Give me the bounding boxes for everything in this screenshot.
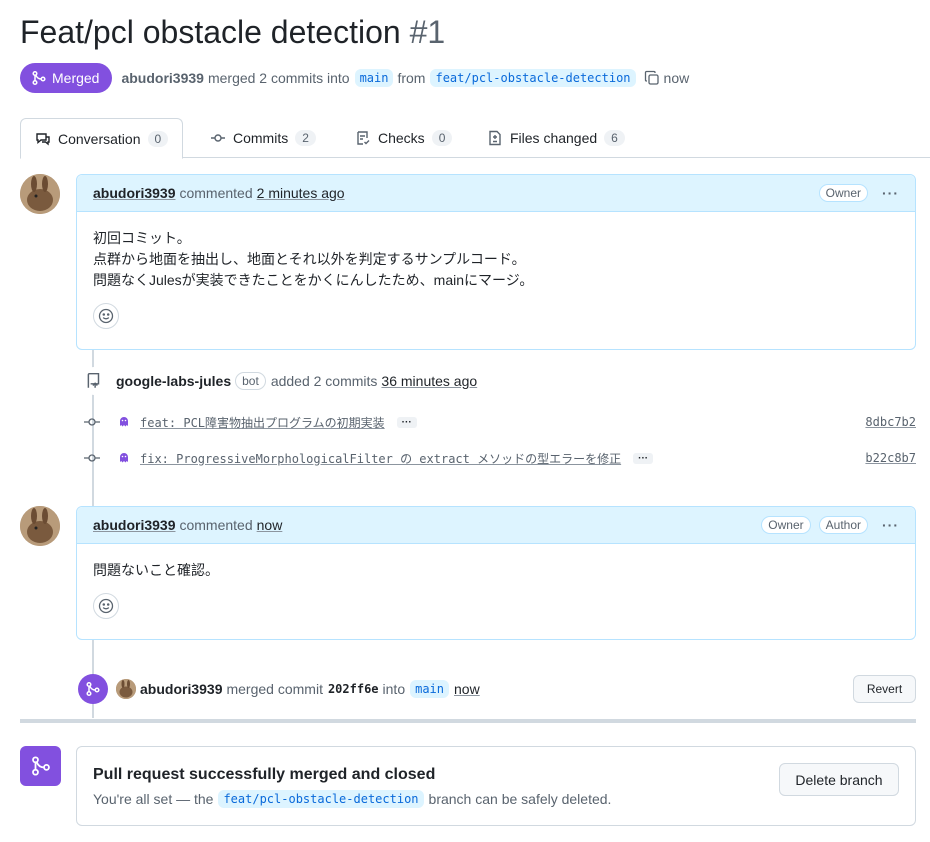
commit-row: fix: ProgressiveMorphologicalFilter の ex… (82, 448, 916, 468)
comment-body: 問題ないこと確認。 (77, 544, 915, 619)
tab-count: 2 (295, 130, 316, 146)
comment-icon (36, 132, 50, 145)
git-merge-icon (20, 746, 61, 786)
from-text: from (397, 70, 426, 86)
comment-verb: commented (179, 185, 253, 201)
merged-status-badge: Merged (20, 63, 113, 93)
comment-time[interactable]: now (257, 517, 283, 533)
merge-commit-sha[interactable]: 202ff6e (328, 682, 379, 696)
pr-title-heading: Feat/pcl obstacle detection #1 (20, 14, 445, 51)
merge-text: merged 2 commits into (207, 70, 350, 86)
avatar[interactable] (20, 506, 60, 546)
checklist-icon (357, 131, 370, 145)
tab-conversation[interactable]: Conversation 0 (20, 118, 184, 159)
comment-2: abudori3939 commented now Owner Author ·… (76, 506, 916, 640)
avatar[interactable] (20, 174, 60, 214)
copy-icon[interactable] (644, 70, 660, 86)
merge-event: abudori3939 merged commit 202ff6e into m… (78, 674, 916, 704)
comment-header: abudori3939 commented now Owner Author ·… (77, 507, 915, 544)
tab-label: Conversation (58, 130, 141, 147)
repo-push-icon (80, 367, 108, 395)
tab-label: Commits (233, 130, 289, 146)
pr-time: now (663, 70, 690, 86)
comment-time[interactable]: 2 minutes ago (257, 185, 345, 201)
commits-event: google-labs-jules bot added 2 commits 36… (80, 367, 477, 395)
bot-badge: bot (235, 372, 266, 390)
merged-heading: Pull request successfully merged and clo… (93, 766, 436, 783)
git-merge-icon (78, 674, 108, 704)
timeline-divider (20, 719, 916, 723)
comment-line: 問題なくJulesが実装できたことをかくにんしたため、mainにマージ。 (93, 272, 534, 288)
pr-meta: Merged abudori3939 merged 2 commits into… (20, 63, 689, 93)
tab-files-changed[interactable]: Files changed 6 (487, 118, 625, 158)
comment-line: 問題ないこと確認。 (93, 562, 219, 578)
author-badge: Author (818, 516, 868, 534)
merge-author[interactable]: abudori3939 (140, 681, 222, 697)
merged-subtext: You're all set — the feat/pcl-obstacle-d… (93, 790, 611, 808)
tab-count: 6 (604, 130, 625, 146)
avatar[interactable] (116, 679, 136, 699)
file-diff-icon (489, 130, 501, 146)
tab-label: Files changed (510, 130, 598, 146)
merged-suffix: branch can be safely deleted. (428, 791, 612, 807)
comment-author[interactable]: abudori3939 (93, 517, 175, 533)
base-branch[interactable]: main (354, 69, 394, 87)
pr-number: #1 (409, 14, 446, 50)
kebab-icon[interactable]: ··· (882, 185, 899, 201)
tab-label: Checks (378, 130, 425, 146)
commit-icon (84, 454, 100, 462)
commit-icon (84, 418, 100, 426)
pr-title: Feat/pcl obstacle detection (20, 14, 401, 50)
git-merge-icon (32, 70, 46, 86)
pr-author-link[interactable]: abudori3939 (121, 70, 203, 86)
comment-line: 点群から地面を抽出し、地面とそれ以外を判定するサンプルコード。 (93, 251, 526, 267)
commit-message[interactable]: feat: PCL障害物抽出プログラムの初期実装 (140, 414, 385, 431)
merge-time[interactable]: now (454, 681, 480, 697)
commit-row: feat: PCL障害物抽出プログラムの初期実装 ··· 8dbc7b2 (82, 412, 916, 432)
commit-sha[interactable]: 8dbc7b2 (865, 415, 916, 429)
commits-event-time[interactable]: 36 minutes ago (381, 373, 477, 389)
commit-icon (211, 134, 225, 142)
merged-prefix: You're all set — the (93, 791, 214, 807)
comment-author[interactable]: abudori3939 (93, 185, 175, 201)
delete-branch-button[interactable]: Delete branch (779, 763, 899, 796)
smiley-icon[interactable] (93, 303, 119, 329)
comment-body: 初回コミット。 点群から地面を抽出し、地面とそれ以外を判定するサンプルコード。 … (77, 212, 915, 329)
jules-icon (116, 450, 132, 466)
revert-button[interactable]: Revert (853, 675, 916, 703)
merged-status-label: Merged (52, 70, 100, 86)
tab-checks[interactable]: Checks 0 (355, 118, 453, 158)
comment-verb: commented (179, 517, 253, 533)
comment-header: abudori3939 commented 2 minutes ago Owne… (77, 175, 915, 212)
smiley-icon[interactable] (93, 593, 119, 619)
commits-event-text: added 2 commits (270, 373, 378, 389)
kebab-icon[interactable]: ··· (882, 517, 899, 533)
tab-count: 0 (431, 130, 453, 146)
jules-icon (116, 414, 132, 430)
merge-event-text: merged commit (226, 681, 323, 697)
merged-status-box: Pull request successfully merged and clo… (76, 746, 916, 826)
comment-line: 初回コミット。 (93, 230, 191, 246)
owner-badge: Owner (818, 184, 868, 202)
merge-branch[interactable]: main (410, 680, 450, 698)
expand-commit-button[interactable]: ··· (396, 416, 417, 428)
tab-count: 0 (147, 130, 169, 147)
commit-sha[interactable]: b22c8b7 (865, 451, 916, 465)
merged-branch[interactable]: feat/pcl-obstacle-detection (218, 790, 424, 808)
merge-into-text: into (382, 681, 406, 697)
tab-commits[interactable]: Commits 2 (210, 118, 316, 158)
comment-1: abudori3939 commented 2 minutes ago Owne… (76, 174, 916, 350)
commit-message[interactable]: fix: ProgressiveMorphologicalFilter の ex… (140, 450, 621, 467)
bot-author[interactable]: google-labs-jules (116, 373, 231, 389)
owner-badge: Owner (761, 516, 811, 534)
expand-commit-button[interactable]: ··· (633, 452, 654, 464)
head-branch[interactable]: feat/pcl-obstacle-detection (430, 69, 636, 87)
pr-tabs: Conversation 0 Commits 2 Checks 0 Files … (20, 118, 930, 159)
